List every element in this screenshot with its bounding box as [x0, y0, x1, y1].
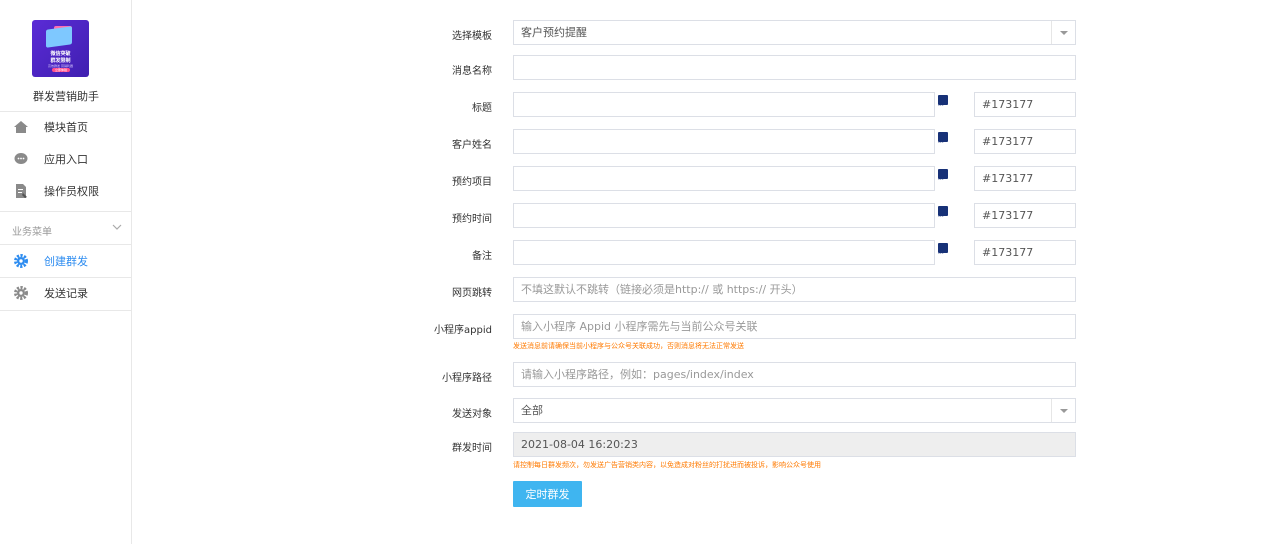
- booking-time-label: 预约时间: [452, 214, 492, 225]
- gear-icon: [14, 254, 28, 268]
- sidebar-item-home[interactable]: 模块首页: [0, 111, 131, 143]
- dropdown-arrow-icon: [1051, 399, 1075, 422]
- booking-item-label: 预约项目: [452, 177, 492, 188]
- dropdown-arrow-icon: [1051, 21, 1075, 44]
- title-color-input[interactable]: [974, 92, 1076, 117]
- sidebar-item-label: 创建群发: [44, 255, 88, 268]
- web-jump-input[interactable]: [513, 277, 1076, 302]
- gear-icon: [14, 286, 28, 300]
- message-name-label: 消息名称: [452, 66, 492, 77]
- booking-time-color-picker[interactable]: ···: [936, 206, 950, 221]
- remark-label: 备注: [472, 251, 492, 262]
- sidebar-item-label: 操作员权限: [44, 185, 99, 198]
- divider: [0, 310, 131, 311]
- title-label: 标题: [472, 103, 492, 114]
- message-name-input[interactable]: [513, 55, 1076, 80]
- customer-name-color-picker[interactable]: ···: [936, 132, 950, 147]
- template-label: 选择模板: [452, 31, 492, 42]
- template-select[interactable]: 客户预约提醒: [513, 20, 1076, 45]
- logo-text-2: 群发限制: [50, 58, 71, 64]
- sidebar-item-label: 模块首页: [44, 121, 88, 134]
- app-name: 群发营销助手: [33, 90, 99, 103]
- send-time-input[interactable]: [513, 432, 1076, 457]
- booking-item-input[interactable]: [513, 166, 935, 191]
- sidebar-item-label: 发送记录: [44, 287, 88, 300]
- business-menu-header[interactable]: 业务菜单: [0, 211, 131, 245]
- remark-input[interactable]: [513, 240, 935, 265]
- booking-time-color-input[interactable]: [974, 203, 1076, 228]
- mini-appid-input[interactable]: [513, 314, 1076, 339]
- web-jump-label: 网页跳转: [452, 288, 492, 299]
- doc-edit-icon: [16, 184, 27, 198]
- send-time-label: 群发时间: [452, 443, 492, 454]
- booking-time-input[interactable]: [513, 203, 935, 228]
- customer-name-input[interactable]: [513, 129, 935, 154]
- customer-name-color-input[interactable]: [974, 129, 1076, 154]
- sidebar-item-operator-permissions[interactable]: 操作员权限: [0, 175, 131, 207]
- target-label: 发送对象: [452, 409, 492, 420]
- remark-color-input[interactable]: [974, 240, 1076, 265]
- logo-text-1: 微信突破: [50, 51, 71, 57]
- booking-item-color-input[interactable]: [974, 166, 1076, 191]
- logo-badge: 立即体验: [52, 68, 70, 72]
- mini-appid-hint: 发送消息前请确保当前小程序与公众号关联成功，否则消息将无法正常发送: [513, 342, 744, 350]
- sidebar: 微信突破 群发限制 高效群发 营销利器 立即体验 群发营销助手 模块首页 应用入…: [0, 0, 132, 544]
- chevron-down-icon: [112, 224, 122, 230]
- sidebar-item-create-broadcast[interactable]: 创建群发: [0, 245, 131, 277]
- mini-appid-label: 小程序appid: [434, 325, 492, 336]
- chat-icon: [14, 153, 28, 164]
- title-color-picker[interactable]: ···: [936, 95, 950, 110]
- booking-item-color-picker[interactable]: ···: [936, 169, 950, 184]
- sidebar-item-send-records[interactable]: 发送记录: [0, 277, 131, 309]
- target-select[interactable]: 全部: [513, 398, 1076, 423]
- title-input[interactable]: [513, 92, 935, 117]
- app-logo: 微信突破 群发限制 高效群发 营销利器 立即体验: [32, 20, 89, 77]
- send-time-hint: 请控制每日群发频次，勿发送广告营销类内容，以免造成对粉丝的打扰进而被投诉，影响公…: [513, 461, 821, 469]
- schedule-broadcast-button[interactable]: 定时群发: [513, 481, 582, 507]
- home-icon: [14, 121, 28, 133]
- remark-color-picker[interactable]: ···: [936, 243, 950, 258]
- mini-path-label: 小程序路径: [442, 373, 492, 384]
- sidebar-item-label: 应用入口: [44, 153, 88, 166]
- target-select-value: 全部: [521, 404, 543, 417]
- template-select-value: 客户预约提醒: [521, 26, 587, 39]
- mini-path-input[interactable]: [513, 362, 1076, 387]
- customer-name-label: 客户姓名: [452, 140, 492, 151]
- section-label: 业务菜单: [12, 227, 52, 238]
- sidebar-item-app-entry[interactable]: 应用入口: [0, 143, 131, 175]
